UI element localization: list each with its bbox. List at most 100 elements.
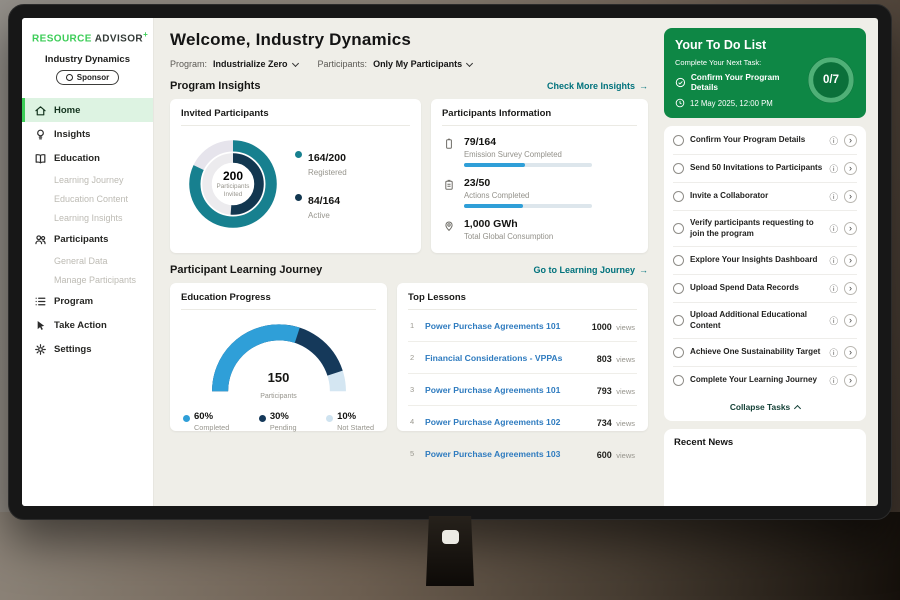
chevron-right-icon[interactable]: ›: [844, 374, 857, 387]
sidebar-item-home[interactable]: Home: [22, 98, 153, 122]
todo-next-task[interactable]: Confirm Your Program Details: [675, 72, 807, 92]
learning-journey-header: Participant Learning Journey Go to Learn…: [170, 264, 648, 276]
checkbox-icon[interactable]: [673, 255, 684, 266]
brand-resource: RESOURCE: [32, 33, 92, 44]
sidebar-item-participants[interactable]: Participants: [22, 227, 153, 251]
chevron-up-icon: [794, 405, 801, 412]
info-icon[interactable]: ⓘ: [829, 223, 838, 235]
lesson-link[interactable]: Power Purchase Agreements 102: [425, 417, 590, 427]
sidebar-item-label: General Data: [54, 256, 108, 266]
chevron-right-icon[interactable]: ›: [844, 190, 857, 203]
checkbox-icon[interactable]: [673, 191, 684, 202]
main-content: Welcome, Industry Dynamics Program: Indu…: [154, 18, 660, 506]
sidebar-item-label: Learning Insights: [54, 213, 123, 223]
checkbox-icon[interactable]: [673, 163, 684, 174]
sidebar-item-manage-participants[interactable]: Manage Participants: [22, 270, 153, 289]
todo-task-row[interactable]: Achieve One Sustainability Target ⓘ ›: [673, 339, 857, 367]
sidebar-item-label: Settings: [54, 344, 91, 355]
lesson-row: 3 Power Purchase Agreements 101 793 view…: [408, 374, 637, 406]
education-progress-card: Education Progress 150 Participants: [170, 283, 387, 431]
todo-column: Your To Do List Complete Your Next Task:…: [660, 18, 878, 506]
participants-select[interactable]: Only My Participants: [373, 59, 472, 69]
filter-bar: Program: Industrialize Zero Participants…: [170, 59, 648, 69]
section-title: Program Insights: [170, 80, 260, 92]
checkbox-icon[interactable]: [673, 223, 684, 234]
info-icon[interactable]: ⓘ: [829, 347, 838, 359]
sidebar-item-insights[interactable]: Insights: [22, 122, 153, 146]
info-icon[interactable]: ⓘ: [829, 375, 838, 387]
participants-information-card: Participants Information 79/164 Emission…: [431, 99, 648, 253]
todo-task-row[interactable]: Upload Spend Data Records ⓘ ›: [673, 275, 857, 303]
clipboard-icon: [442, 177, 456, 208]
todo-task-row[interactable]: Send 50 Invitations to Participants ⓘ ›: [673, 155, 857, 183]
sidebar-item-label: Education: [54, 153, 100, 164]
sidebar-item-education[interactable]: Education: [22, 146, 153, 170]
todo-task-row[interactable]: Upload Additional Educational Content ⓘ …: [673, 303, 857, 339]
legend-item: 84/164 Active: [295, 191, 347, 220]
todo-task-row[interactable]: Verify participants requesting to join t…: [673, 211, 857, 247]
info-icon[interactable]: ⓘ: [829, 283, 838, 295]
invited-legend: 164/200 Registered 84/164 Active: [295, 148, 347, 220]
checkbox-icon[interactable]: [673, 135, 684, 146]
lesson-link[interactable]: Power Purchase Agreements 103: [425, 449, 590, 459]
invited-participants-card: Invited Participants 200: [170, 99, 421, 253]
chevron-down-icon: [466, 59, 473, 66]
sponsor-icon: [66, 74, 73, 81]
info-icon[interactable]: ⓘ: [829, 255, 838, 267]
program-select[interactable]: Industrialize Zero: [213, 59, 298, 69]
sidebar-item-label: Education Content: [54, 194, 128, 204]
sidebar-item-settings[interactable]: Settings: [22, 337, 153, 361]
chevron-right-icon[interactable]: ›: [844, 162, 857, 175]
check-more-insights-link[interactable]: Check More Insights →: [547, 81, 648, 91]
todo-task-row[interactable]: Confirm Your Program Details ⓘ ›: [673, 127, 857, 155]
sidebar-item-label: Insights: [54, 129, 90, 140]
chevron-right-icon[interactable]: ›: [844, 254, 857, 267]
lesson-row: 1 Power Purchase Agreements 101 1000 vie…: [408, 310, 637, 342]
sidebar-item-education-content[interactable]: Education Content: [22, 189, 153, 208]
participants-select-value: Only My Participants: [373, 59, 462, 69]
org-name: Industry Dynamics: [22, 54, 153, 65]
sidebar-item-program[interactable]: Program: [22, 289, 153, 313]
card-title: Invited Participants: [181, 108, 410, 126]
sidebar: RESOURCE ADVISOR+ Industry Dynamics Spon…: [22, 18, 154, 506]
collapse-tasks-button[interactable]: Collapse Tasks: [673, 394, 857, 420]
check-circle-icon: [675, 77, 686, 88]
todo-task-row[interactable]: Invite a Collaborator ⓘ ›: [673, 183, 857, 211]
checkbox-icon[interactable]: [673, 347, 684, 358]
chevron-down-icon: [291, 59, 298, 66]
todo-title: Your To Do List: [675, 38, 855, 52]
checkbox-icon[interactable]: [673, 283, 684, 294]
todo-progress-count: 0/7: [805, 54, 857, 106]
info-row: 23/50 Actions Completed: [442, 177, 637, 208]
checkbox-icon[interactable]: [673, 315, 684, 326]
sidebar-item-general-data[interactable]: General Data: [22, 251, 153, 270]
chevron-right-icon[interactable]: ›: [844, 314, 857, 327]
chevron-right-icon[interactable]: ›: [844, 222, 857, 235]
sidebar-nav: Home Insights Education: [22, 98, 153, 361]
chevron-right-icon[interactable]: ›: [844, 282, 857, 295]
todo-task-row[interactable]: Explore Your Insights Dashboard ⓘ ›: [673, 247, 857, 275]
sidebar-item-take-action[interactable]: Take Action: [22, 313, 153, 337]
sponsor-badge[interactable]: Sponsor: [56, 70, 119, 85]
sidebar-item-learning-journey[interactable]: Learning Journey: [22, 170, 153, 189]
app-logo: RESOURCE ADVISOR+: [22, 30, 153, 44]
info-icon[interactable]: ⓘ: [829, 135, 838, 147]
chevron-right-icon[interactable]: ›: [844, 346, 857, 359]
sidebar-item-learning-insights[interactable]: Learning Insights: [22, 208, 153, 227]
info-icon[interactable]: ⓘ: [829, 163, 838, 175]
recent-news-title: Recent News: [674, 437, 733, 448]
todo-task-row[interactable]: Complete Your Learning Journey ⓘ ›: [673, 367, 857, 394]
sidebar-item-label: Learning Journey: [54, 175, 124, 185]
progress-bar: [464, 163, 592, 167]
lesson-link[interactable]: Power Purchase Agreements 101: [425, 321, 585, 331]
info-icon[interactable]: ⓘ: [829, 315, 838, 327]
top-lessons-card: Top Lessons 1 Power Purchase Agreements …: [397, 283, 648, 431]
lesson-link[interactable]: Financial Considerations - VPPAs: [425, 353, 590, 363]
legend-dot: [295, 194, 302, 201]
go-to-learning-journey-link[interactable]: Go to Learning Journey →: [533, 265, 648, 275]
lesson-link[interactable]: Power Purchase Agreements 101: [425, 385, 590, 395]
checkbox-icon[interactable]: [673, 375, 684, 386]
info-icon[interactable]: ⓘ: [829, 191, 838, 203]
chevron-right-icon[interactable]: ›: [844, 134, 857, 147]
gauge-center-value: 150: [204, 370, 354, 385]
